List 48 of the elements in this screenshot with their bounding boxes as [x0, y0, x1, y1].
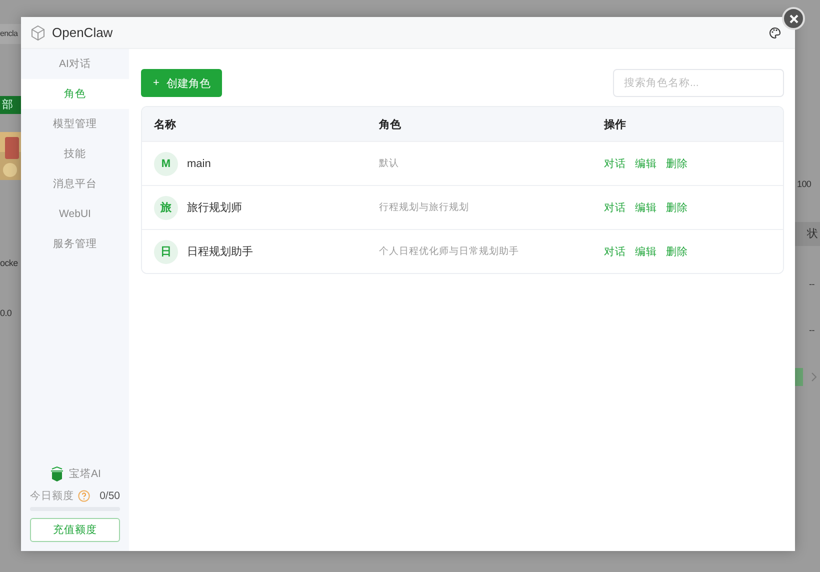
cube-icon	[30, 24, 46, 40]
action-link[interactable]: 删除	[666, 244, 688, 258]
help-icon	[78, 490, 90, 502]
palette-icon[interactable]	[769, 26, 781, 38]
background-text: ocke	[0, 257, 19, 270]
background-text: 100	[797, 178, 812, 191]
role-description: 行程规划与旅行规划	[379, 201, 470, 214]
sidebar-item[interactable]: AI对话	[21, 49, 129, 79]
action-link[interactable]: 编辑	[635, 200, 657, 214]
sidebar-item[interactable]: 角色	[21, 79, 129, 109]
role-name: 旅行规划师	[187, 201, 242, 215]
sidebar-item[interactable]: WebUI	[21, 199, 129, 229]
role-description: 默认	[379, 157, 400, 170]
background-text: --	[809, 278, 816, 291]
create-role-button[interactable]: + 创建角色	[141, 69, 222, 97]
close-icon	[788, 14, 798, 24]
tower-icon	[49, 466, 66, 482]
action-link[interactable]: 删除	[666, 200, 688, 214]
window-title: OpenClaw	[52, 25, 114, 40]
background-text: --	[809, 324, 816, 337]
column-header: 角色	[379, 118, 402, 132]
search-field[interactable]: 搜索角色名称...	[613, 69, 784, 97]
role-name: main	[187, 158, 211, 170]
background-text: 0.0	[0, 307, 13, 320]
sidebar-item[interactable]: 模型管理	[21, 109, 129, 139]
chevron-right-icon	[811, 372, 817, 382]
action-link[interactable]: 删除	[666, 156, 688, 170]
avatar: 旅	[154, 196, 178, 220]
quota-reading: 0/50	[100, 490, 120, 502]
recharge-button[interactable]: 充值额度	[30, 518, 120, 542]
action-link[interactable]: 编辑	[635, 244, 657, 258]
action-link[interactable]: 对话	[604, 156, 626, 170]
column-header: 名称	[154, 118, 177, 132]
sidebar-item[interactable]: 服务管理	[21, 229, 129, 259]
action-link[interactable]: 对话	[604, 244, 626, 258]
sidebar-item[interactable]: 消息平台	[21, 169, 129, 199]
brand-name: 宝塔AI	[69, 467, 101, 481]
role-name: 日程规划助手	[187, 245, 253, 259]
avatar: M	[154, 152, 178, 176]
close-button[interactable]	[782, 7, 805, 30]
role-description: 个人日程优化师与日常规划助手	[379, 245, 520, 258]
action-link[interactable]: 编辑	[635, 156, 657, 170]
sidebar-item[interactable]: 技能	[21, 139, 129, 169]
column-header: 操作	[604, 118, 627, 132]
action-link[interactable]: 对话	[604, 200, 626, 214]
quota-label: 今日额度	[30, 489, 74, 503]
background-header: 状	[795, 222, 820, 246]
avatar: 日	[154, 240, 178, 264]
